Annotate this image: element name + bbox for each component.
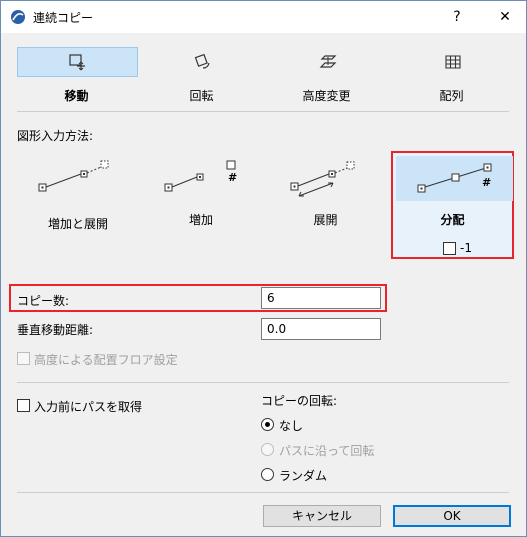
input-method-heading: 図形入力方法: (17, 129, 94, 143)
tab-rotate[interactable] (142, 47, 263, 77)
expand-icon (290, 161, 355, 197)
vertical-distance-input[interactable]: 0.0 (261, 318, 381, 340)
floor-setting-checkbox[interactable] (17, 352, 30, 365)
help-button[interactable]: ? (443, 5, 471, 29)
rotation-random-label: ランダム (279, 469, 328, 483)
copies-input[interactable]: 6 (261, 287, 381, 309)
rotation-path-label: パスに沿って回転 (279, 444, 375, 458)
rotate-icon (194, 53, 210, 69)
distribute-icon-area: # (396, 156, 513, 201)
continuous-copy-dialog: 連続コピー ? ✕ 移動 回転 高度変更 配列 図形入力方法: 増加と展開 # … (0, 0, 527, 537)
app-icon (11, 10, 25, 24)
cancel-button[interactable]: キャンセル (263, 505, 381, 527)
close-button[interactable]: ✕ (491, 5, 519, 29)
ok-button[interactable]: OK (393, 505, 511, 527)
method-label: 分配 (440, 213, 465, 227)
tab-elevate[interactable] (267, 47, 388, 77)
vertical-distance-label: 垂直移動距離: (17, 323, 94, 337)
method-label: 展開 (313, 213, 338, 227)
increment-expand-icon (38, 160, 109, 192)
tab-rotate-label: 回転 (189, 89, 214, 103)
array-icon (445, 55, 461, 69)
minus-one-label: -1 (460, 241, 472, 255)
rotation-path-radio[interactable] (261, 443, 274, 456)
get-path-checkbox[interactable] (17, 399, 30, 412)
separator (17, 111, 509, 112)
hash-mark: # (482, 176, 492, 189)
method-distribute[interactable]: # 分配 -1 (391, 151, 514, 259)
window-title: 連続コピー (33, 11, 94, 25)
tab-move-label: 移動 (64, 89, 89, 103)
elevate-icon (319, 55, 337, 68)
tab-elevate-label: 高度変更 (302, 89, 351, 103)
method-label: 増加と展開 (47, 217, 108, 231)
get-path-label: 入力前にパスを取得 (34, 400, 143, 414)
rotation-random-radio[interactable] (261, 468, 274, 481)
method-label: 増加 (188, 213, 213, 227)
floor-setting-label: 高度による配置フロア設定 (34, 353, 178, 367)
method-increment-expand[interactable]: 増加と展開 (23, 151, 133, 251)
rotation-none-radio[interactable] (261, 418, 274, 431)
hash-mark: # (228, 171, 238, 184)
title-bar: 連続コピー ? ✕ (1, 1, 526, 33)
separator (17, 382, 509, 383)
method-increment[interactable]: # 増加 (151, 151, 251, 251)
tab-move[interactable] (17, 47, 138, 77)
copies-label: コピー数: (17, 294, 70, 308)
minus-one-checkbox[interactable] (443, 242, 456, 255)
rotation-none-label: なし (279, 419, 304, 433)
tab-array-label: 配列 (439, 89, 464, 103)
method-expand[interactable]: 展開 (273, 151, 378, 251)
tab-array[interactable] (392, 47, 513, 77)
rotation-heading: コピーの回転: (261, 394, 338, 408)
move-icon (69, 54, 85, 71)
separator (17, 492, 509, 493)
